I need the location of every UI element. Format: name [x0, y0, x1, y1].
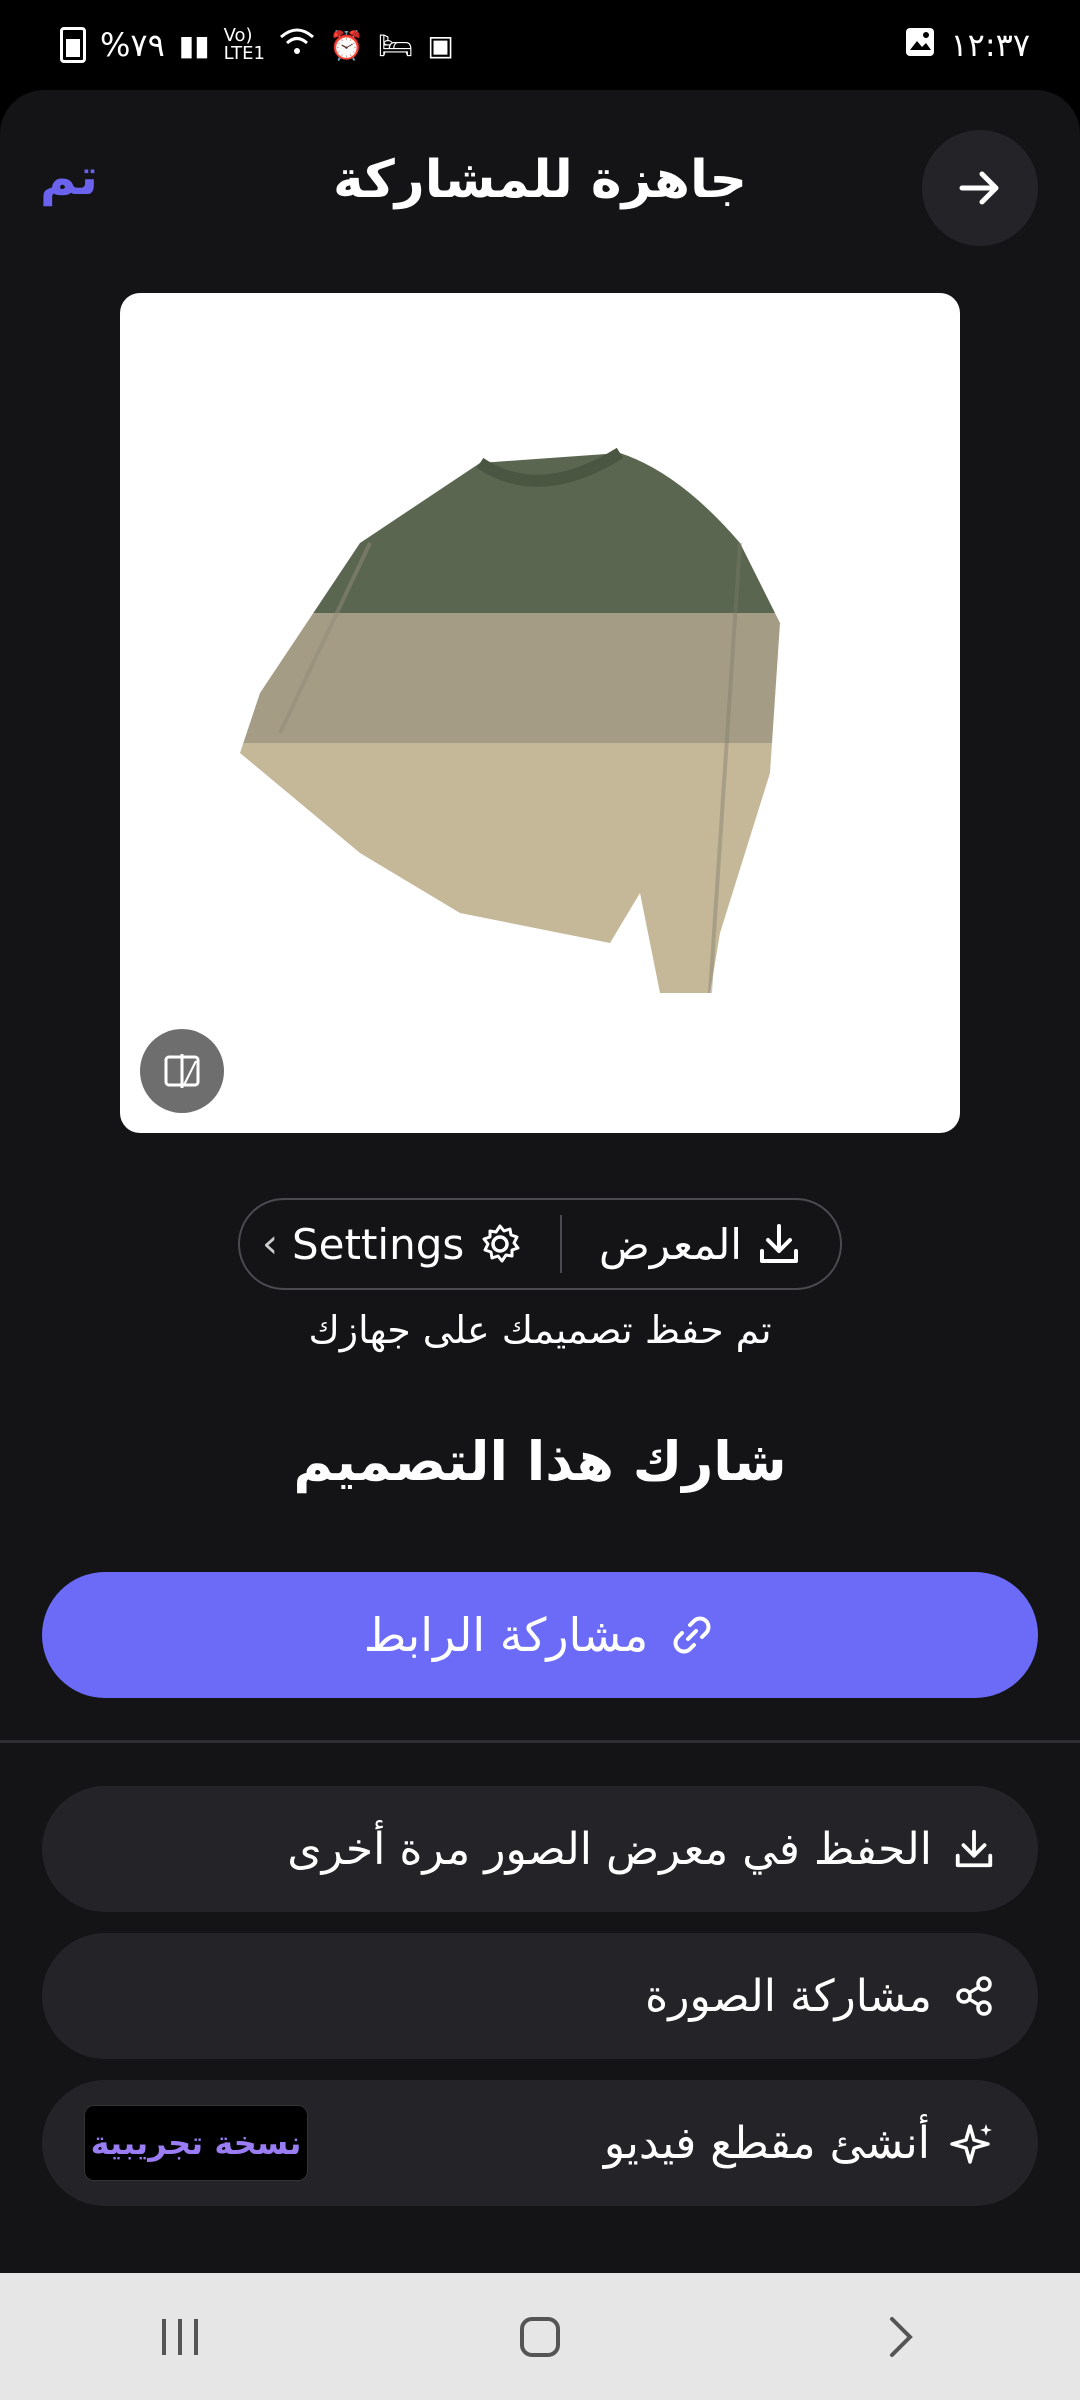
header: تم جاهزة للمشاركة: [0, 90, 1080, 280]
system-nav-bar: [0, 2273, 1080, 2400]
download-icon: [759, 1224, 798, 1263]
battery-icon: [60, 27, 86, 63]
back-button[interactable]: [840, 2297, 960, 2377]
status-right: ١٢:٣٧: [904, 26, 1030, 65]
recent-apps-button[interactable]: [120, 2297, 240, 2377]
share-image-button[interactable]: مشاركة الصورة: [42, 1933, 1038, 2059]
alarm-icon: ⏰: [328, 28, 364, 62]
compare-button[interactable]: [140, 1029, 224, 1113]
save-again-label: الحفظ في معرض الصور مرة أخرى: [287, 1823, 932, 1875]
pill-divider: [559, 1215, 562, 1273]
download-icon: [955, 1829, 993, 1868]
beta-badge: نسخة تجريبية: [84, 2105, 308, 2181]
share-image-label: مشاركة الصورة: [645, 1970, 932, 2022]
gallery-label: المعرض: [599, 1219, 742, 1269]
create-video-button[interactable]: نسخة تجريبية أنشئ مقطع فيديو: [42, 2080, 1038, 2206]
forward-button[interactable]: [922, 130, 1038, 246]
share-heading: شارك هذا التصميم: [293, 1430, 787, 1493]
share-icon: [956, 1976, 992, 2016]
page-title: جاهزة للمشاركة: [333, 150, 747, 210]
compare-icon: [164, 1054, 200, 1088]
home-icon: [520, 2316, 560, 2357]
back-icon: [890, 2316, 913, 2357]
link-icon: [673, 1616, 711, 1654]
save-again-button[interactable]: الحفظ في معرض الصور مرة أخرى: [42, 1786, 1038, 1912]
status-bar: %٧٩ ▮▮ Vo) LTE1 ⏰ 🛏 ▣ ١٢:٣٧: [0, 0, 1080, 90]
create-video-label: أنشئ مقطع فيديو: [603, 2117, 930, 2169]
chevron-left-icon: ‹: [262, 1221, 278, 1267]
save-options-pill: ‹ Settings المعرض: [238, 1198, 842, 1290]
home-button[interactable]: [480, 2297, 600, 2377]
wifi-icon: [279, 27, 315, 64]
recent-apps-icon: [162, 2318, 198, 2355]
notification-icon: ▣: [427, 28, 454, 62]
sweater-image: [240, 447, 780, 994]
saved-message: تم حفظ تصميمك على جهازك: [308, 1308, 772, 1352]
sleep-icon: 🛏: [377, 28, 414, 62]
volte-icon: Vo) LTE1: [223, 25, 265, 64]
status-left: %٧٩ ▮▮ Vo) LTE1 ⏰ 🛏 ▣: [60, 26, 454, 64]
settings-label: Settings: [292, 1219, 465, 1269]
share-link-button[interactable]: مشاركة الرابط: [42, 1572, 1038, 1698]
share-sheet: تم جاهزة للمشاركة ‹ Settings المعرض تم ح…: [0, 90, 1080, 2273]
clock: ١٢:٣٧: [950, 26, 1030, 64]
sparkle-icon: [950, 2124, 992, 2164]
gallery-button[interactable]: المعرض: [599, 1220, 802, 1269]
share-link-label: مشاركة الرابط: [363, 1608, 649, 1662]
signal-icon: ▮▮: [178, 28, 210, 62]
battery-level: %٧٩: [100, 26, 165, 64]
gear-icon: [482, 1224, 520, 1263]
arrow-right-icon: [959, 171, 999, 205]
settings-button[interactable]: ‹ Settings: [262, 1220, 522, 1269]
gallery-icon: [904, 26, 936, 65]
design-preview: [120, 293, 960, 1133]
section-divider: [0, 1740, 1080, 1743]
